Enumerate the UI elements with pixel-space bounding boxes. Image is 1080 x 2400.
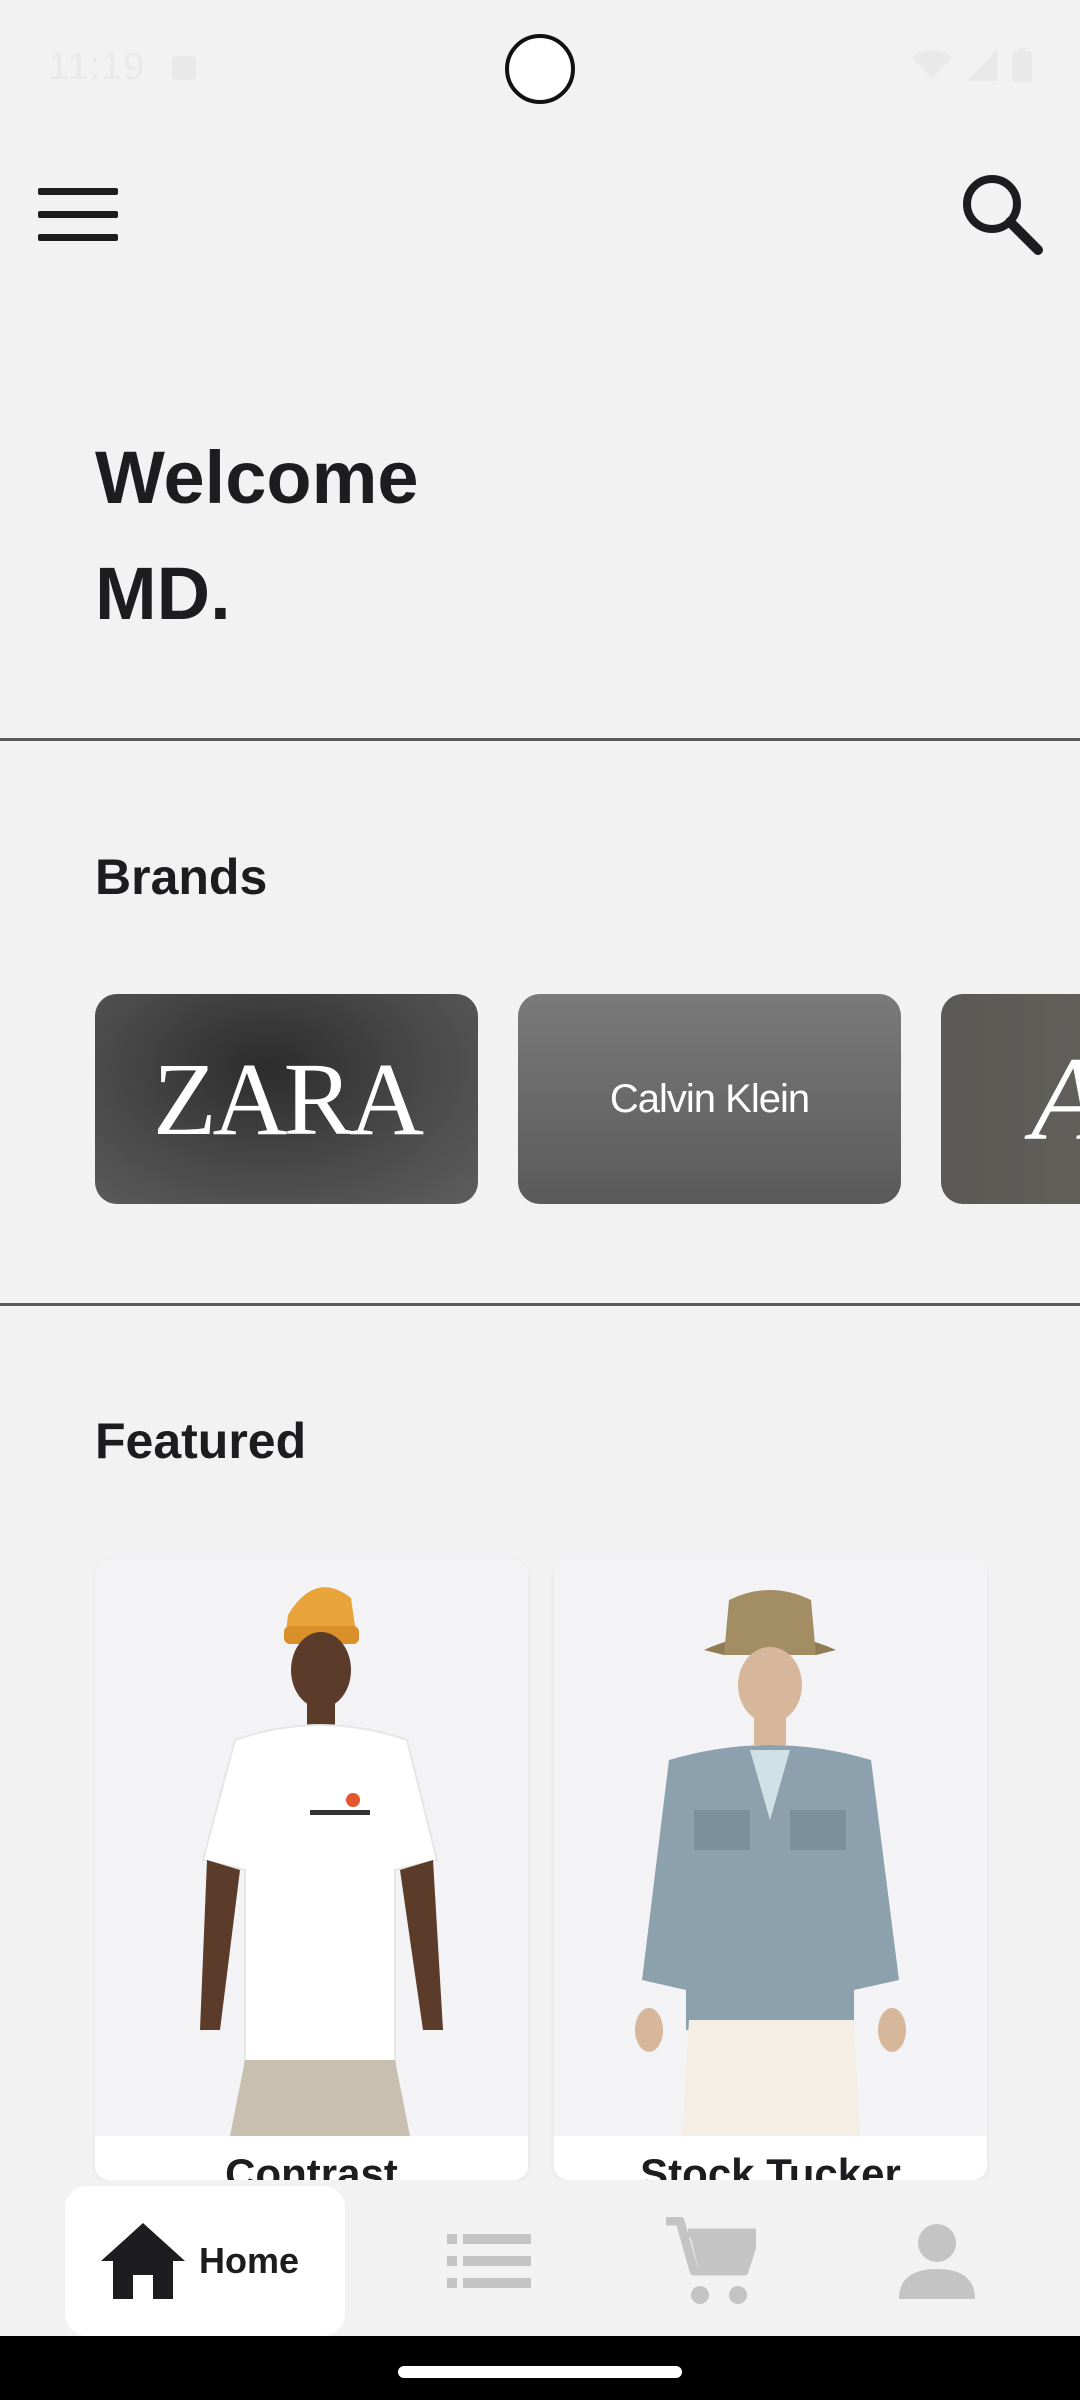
nav-list-tab[interactable] [444, 2216, 534, 2306]
nav-profile-tab[interactable] [892, 2216, 982, 2306]
featured-title: Featured [95, 1413, 307, 1469]
cart-icon [666, 2217, 756, 2304]
divider [0, 738, 1080, 741]
profile-icon [899, 2224, 975, 2299]
brand-card-calvin-klein[interactable]: Calvin Klein [518, 994, 901, 1204]
gesture-bar[interactable] [398, 2366, 682, 2378]
product-name: Contrast [95, 2136, 528, 2180]
search-icon[interactable] [958, 170, 1044, 256]
product-image [95, 1560, 528, 2136]
welcome-user-name: MD. [95, 552, 231, 635]
nav-cart-tab[interactable] [666, 2216, 756, 2306]
home-icon [101, 2223, 185, 2299]
product-card[interactable]: Stock Tucker [554, 1560, 987, 2180]
signal-icon [966, 49, 998, 81]
brand-logo: A [941, 994, 1080, 1204]
product-image [554, 1560, 987, 2136]
camera-cutout [505, 34, 575, 104]
brand-card-zara[interactable]: ZARA [95, 994, 478, 1204]
battery-icon [1012, 48, 1032, 82]
wifi-icon [912, 50, 952, 79]
divider [0, 1303, 1080, 1306]
app-screen: 11:19 Welcome MD. Brands ZARA Calvin Kle… [0, 0, 1080, 2336]
status-icons [912, 48, 1032, 82]
welcome-line-1: Welcome [95, 436, 419, 519]
nav-home-tab[interactable]: Home [65, 2186, 345, 2336]
brand-logo: Calvin Klein [609, 1076, 810, 1121]
status-bar: 11:19 [0, 0, 1080, 140]
welcome-heading: Welcome MD. [95, 420, 419, 652]
brands-carousel[interactable]: ZARA Calvin Klein A [95, 994, 1080, 1204]
menu-icon[interactable] [38, 184, 118, 244]
brands-title: Brands [95, 849, 268, 905]
brand-card-third[interactable]: A [941, 994, 1080, 1204]
brand-logo: ZARA [152, 1041, 424, 1157]
status-time: 11:19 [48, 46, 146, 88]
nav-home-label: Home [199, 2240, 300, 2281]
list-icon [447, 2234, 531, 2288]
product-card[interactable]: Contrast [95, 1560, 528, 2180]
product-name: Stock Tucker [554, 2136, 987, 2180]
notification-icon [172, 56, 196, 80]
